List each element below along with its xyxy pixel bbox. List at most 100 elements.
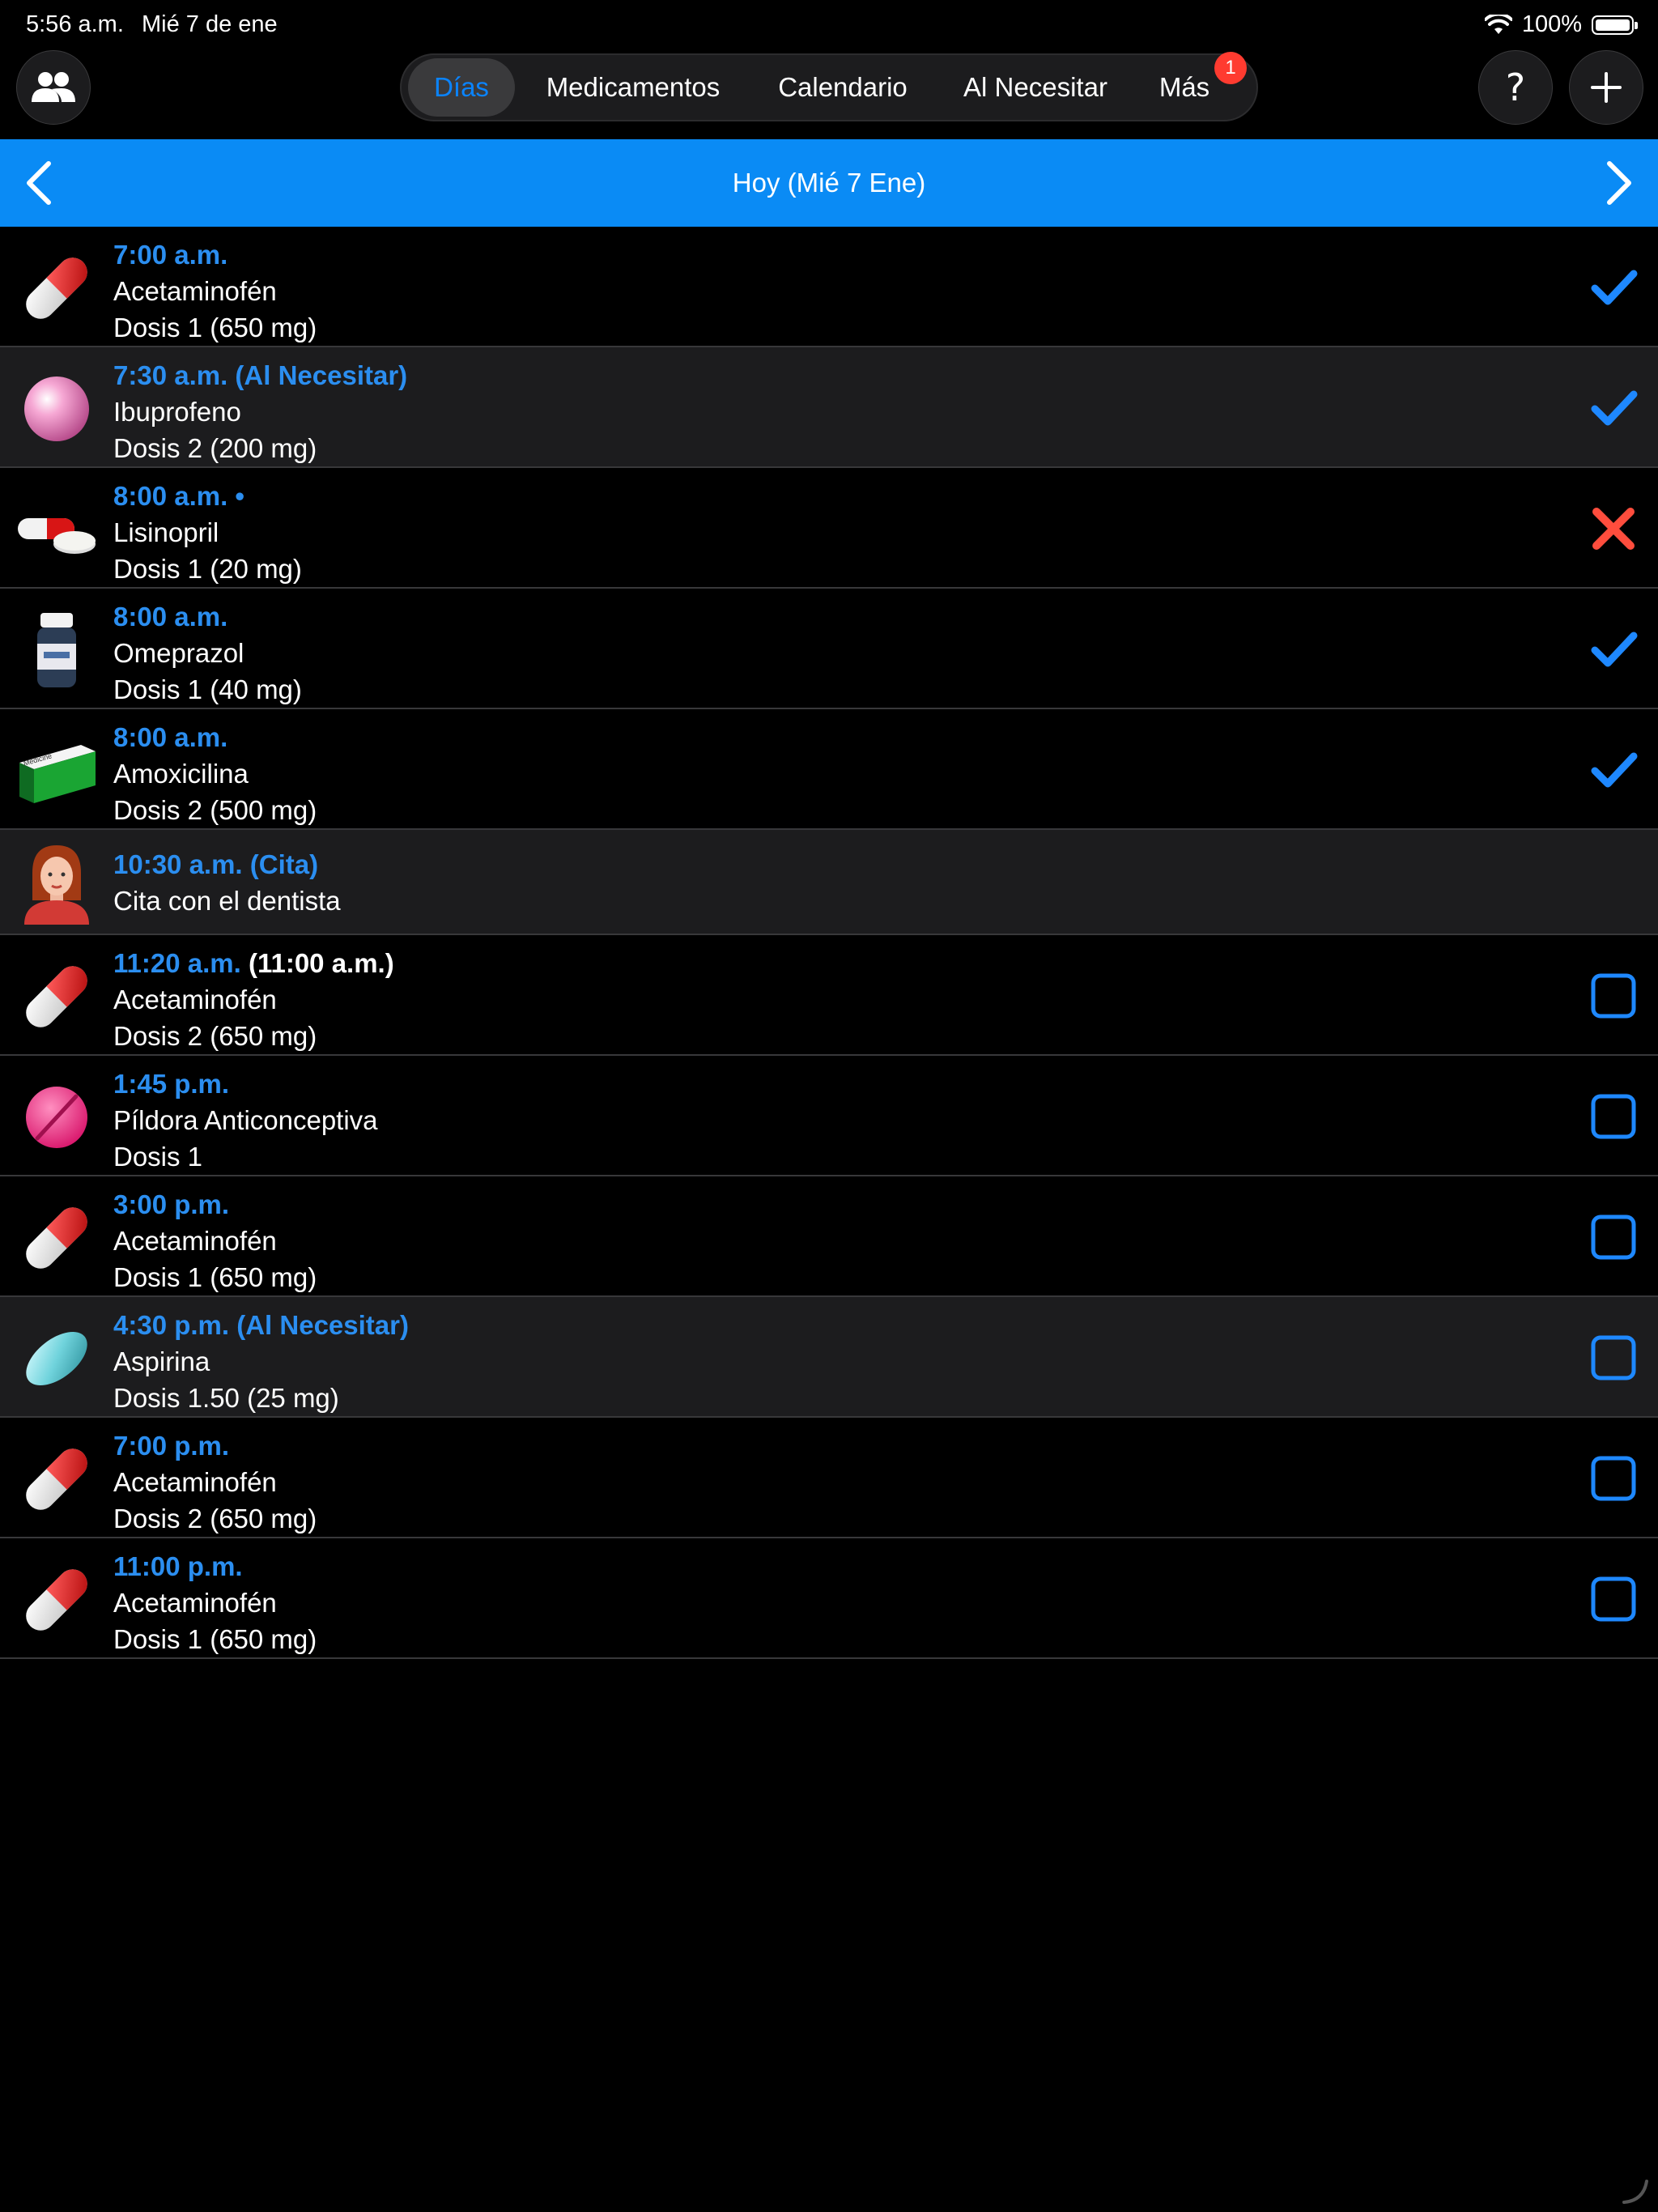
medication-name: Acetaminofén xyxy=(113,985,277,1015)
dose-text: 8:00 a.m. Amoxicilina Dosis 2 (500 mg) xyxy=(113,719,317,828)
scheduled-time: 7:00 a.m. xyxy=(113,240,228,270)
appointment-title: Cita con el dentista xyxy=(113,886,341,916)
scheduled-time: 8:00 a.m. xyxy=(113,602,228,632)
help-button[interactable]: ? xyxy=(1478,50,1553,125)
status-time: 5:56 a.m. xyxy=(26,11,124,37)
scheduled-time: 11:20 a.m. xyxy=(113,948,241,978)
medicine-box-icon: Medicine xyxy=(15,729,99,813)
skipped-x-icon[interactable] xyxy=(1585,500,1642,557)
dose-amount: Dosis 1 xyxy=(113,1142,203,1172)
medication-name: Acetaminofén xyxy=(113,1588,277,1618)
unchecked-checkbox[interactable] xyxy=(1585,1571,1642,1627)
dose-text: 7:30 a.m. (Al Necesitar) Ibuprofeno Dosis … xyxy=(113,357,407,466)
scheduled-time: 8:00 a.m. • xyxy=(113,481,244,511)
notification-badge: 1 xyxy=(1214,52,1247,84)
red-capsule-icon xyxy=(15,1437,99,1521)
tab-mas[interactable]: Más 1 xyxy=(1137,52,1247,117)
dose-amount: Dosis 2 (650 mg) xyxy=(113,1504,317,1534)
dose-row[interactable]: 7:00 a.m. Acetaminofén Dosis 1 (650 mg) xyxy=(0,227,1658,347)
battery-percent: 100% xyxy=(1521,11,1582,37)
unchecked-checkbox[interactable] xyxy=(1585,1450,1642,1507)
day-title: Hoy (Mié 7 Ene) xyxy=(732,168,926,198)
pink-tablet-icon xyxy=(15,1075,99,1159)
medication-name: Omeprazol xyxy=(113,638,244,668)
status-bar: 5:56 a.m. Mié 7 de ene 100% xyxy=(0,0,1658,50)
taken-checkmark-icon[interactable] xyxy=(1585,380,1642,436)
taken-checkmark-icon[interactable] xyxy=(1585,621,1642,678)
dose-text: 7:00 p.m. Acetaminofén Dosis 2 (650 mg) xyxy=(113,1427,317,1537)
medication-name: Ibuprofeno xyxy=(113,397,241,427)
tab-dias[interactable]: Días xyxy=(408,58,515,117)
dose-amount: Dosis 2 (650 mg) xyxy=(113,1021,317,1051)
dose-time: 7:00 p.m. xyxy=(113,1427,317,1464)
scheduled-time: 7:30 a.m. (Al Necesitar) xyxy=(113,360,408,390)
plus-icon xyxy=(1591,72,1622,103)
dose-time: 11:00 p.m. xyxy=(113,1548,317,1585)
taken-checkmark-icon[interactable] xyxy=(1585,742,1642,798)
capsule-and-tablet-icon xyxy=(15,487,99,572)
dose-row[interactable]: 7:00 p.m. Acetaminofén Dosis 2 (650 mg) xyxy=(0,1418,1658,1538)
dose-amount: Dosis 1.50 (25 mg) xyxy=(113,1383,339,1413)
unchecked-checkbox[interactable] xyxy=(1585,968,1642,1024)
scheduled-time: 4:30 p.m. (Al Necesitar) xyxy=(113,1310,409,1340)
medication-name: Amoxicilina xyxy=(113,759,249,789)
dose-row[interactable]: 4:30 p.m. (Al Necesitar) Aspirina Dosis 1.… xyxy=(0,1297,1658,1418)
dose-row[interactable]: 11:20 a.m. (11:00 a.m.) Acetaminofén Dosis… xyxy=(0,935,1658,1056)
dose-row[interactable]: 1:45 p.m. Píldora Anticonceptiva Dosis 1 xyxy=(0,1056,1658,1176)
woman-avatar-icon xyxy=(15,840,99,925)
add-button[interactable] xyxy=(1569,50,1643,125)
status-indicators: 100% xyxy=(1484,11,1638,38)
medication-name: Acetaminofén xyxy=(113,1226,277,1256)
scheduled-time: 8:00 a.m. xyxy=(113,722,228,752)
resize-handle-icon xyxy=(1622,2180,1648,2204)
medication-name: Acetaminofén xyxy=(113,1467,277,1497)
dose-row[interactable]: 3:00 p.m. Acetaminofén Dosis 1 (650 mg) xyxy=(0,1176,1658,1297)
red-capsule-icon xyxy=(15,955,99,1039)
dose-row[interactable]: 8:00 a.m. • Lisinopril Dosis 1 (20 mg) xyxy=(0,468,1658,589)
teal-oval-tablet-icon xyxy=(15,1317,99,1401)
dose-amount: Dosis 1 (650 mg) xyxy=(113,1624,317,1654)
dose-amount: Dosis 1 (20 mg) xyxy=(113,554,302,584)
tab-medicamentos[interactable]: Medicamentos xyxy=(515,58,751,117)
dose-row[interactable]: 8:00 a.m. Omeprazol Dosis 1 (40 mg) xyxy=(0,589,1658,709)
red-capsule-icon xyxy=(15,246,99,330)
dose-amount: Dosis 1 (650 mg) xyxy=(113,1262,317,1292)
scheduled-time: 11:00 p.m. xyxy=(113,1551,243,1581)
dose-row[interactable]: Medicine 8:00 a.m. Amoxicilina Dosis 2 (500… xyxy=(0,709,1658,830)
dose-amount: Dosis 2 (500 mg) xyxy=(113,795,317,825)
unchecked-checkbox[interactable] xyxy=(1585,1088,1642,1145)
dose-time: 8:00 a.m. xyxy=(113,598,302,635)
medication-name: Aspirina xyxy=(113,1346,210,1376)
medication-name: Lisinopril xyxy=(113,517,219,547)
medication-name: Píldora Anticonceptiva xyxy=(113,1105,378,1135)
scheduled-time: 7:00 p.m. xyxy=(113,1431,230,1461)
dose-text: 7:00 a.m. Acetaminofén Dosis 1 (650 mg) xyxy=(113,236,317,346)
tab-al-necesitar[interactable]: Al Necesitar xyxy=(934,58,1137,117)
unchecked-checkbox[interactable] xyxy=(1585,1329,1642,1386)
scheduled-time: 10:30 a.m. (Cita) xyxy=(113,849,319,879)
dose-time: 7:30 a.m. (Al Necesitar) xyxy=(113,357,407,393)
status-date: Mié 7 de ene xyxy=(142,11,278,37)
dose-row[interactable]: 11:00 p.m. Acetaminofén Dosis 1 (650 mg) xyxy=(0,1538,1658,1659)
day-header: Hoy (Mié 7 Ene) xyxy=(0,139,1658,227)
dose-amount: Dosis 1 (40 mg) xyxy=(113,674,302,704)
taken-checkmark-icon[interactable] xyxy=(1585,259,1642,316)
wifi-icon xyxy=(1484,14,1512,34)
tab-calendario[interactable]: Calendario xyxy=(751,58,934,117)
dose-time: 7:00 a.m. xyxy=(113,236,317,273)
scheduled-time: 1:45 p.m. xyxy=(113,1069,230,1099)
dose-row[interactable]: 7:30 a.m. (Al Necesitar) Ibuprofeno Dosis … xyxy=(0,347,1658,468)
pink-ball-pill-icon xyxy=(15,367,99,451)
dose-time: 10:30 a.m. (Cita) xyxy=(113,846,341,883)
chevron-right-icon[interactable] xyxy=(1592,157,1643,209)
people-button[interactable] xyxy=(16,50,91,125)
dose-text: 1:45 p.m. Píldora Anticonceptiva Dosis 1 xyxy=(113,1066,378,1175)
dose-time: 11:20 a.m. (11:00 a.m.) xyxy=(113,945,394,981)
dose-text: 8:00 a.m. • Lisinopril Dosis 1 (20 mg) xyxy=(113,478,302,587)
dose-time: 3:00 p.m. xyxy=(113,1186,317,1223)
dose-text: 10:30 a.m. (Cita) Cita con el dentista xyxy=(113,846,341,919)
unchecked-checkbox[interactable] xyxy=(1585,1209,1642,1266)
appointment-row[interactable]: 10:30 a.m. (Cita) Cita con el dentista xyxy=(0,830,1658,935)
people-icon xyxy=(32,72,75,102)
red-capsule-icon xyxy=(15,1196,99,1280)
